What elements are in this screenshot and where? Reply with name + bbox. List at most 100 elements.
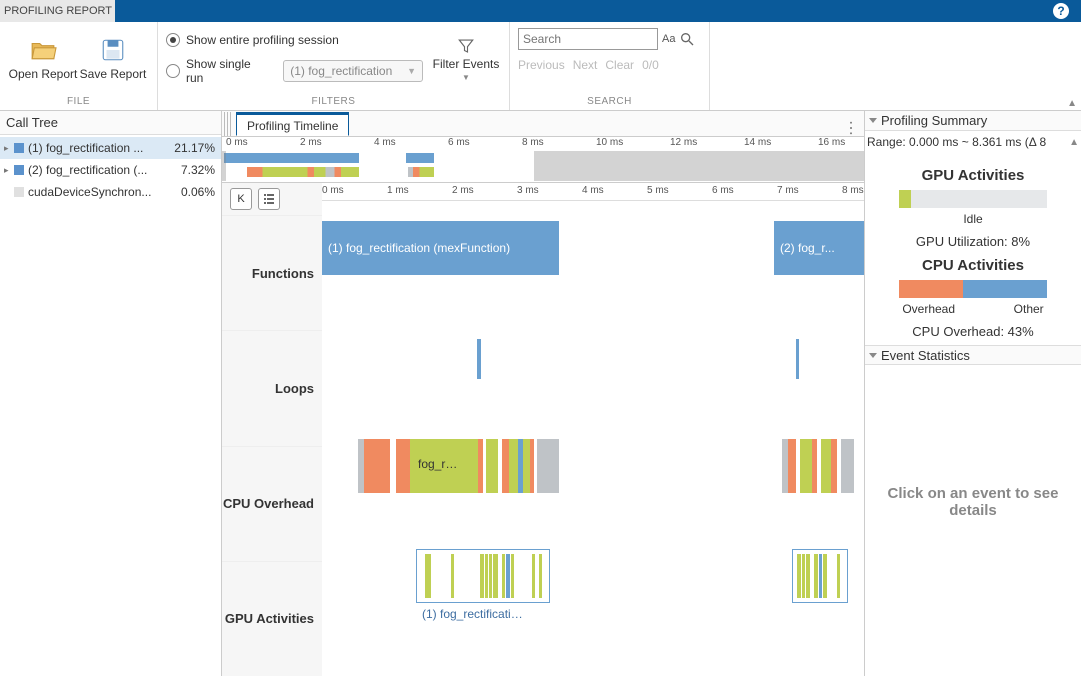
event-statistics-placeholder: Click on an event to see details bbox=[865, 365, 1081, 519]
function-block[interactable]: (1) fog_rectification (mexFunction) bbox=[322, 221, 559, 275]
ruler-tick: 3 ms bbox=[517, 185, 539, 196]
tree-row-name: cudaDeviceSynchron... bbox=[28, 185, 167, 199]
track-header-loops: Loops bbox=[222, 330, 322, 445]
expand-icon[interactable]: ▸ bbox=[4, 165, 14, 176]
ruler-tick: 8 ms bbox=[522, 137, 544, 148]
search-clear-button[interactable]: Clear bbox=[605, 58, 634, 72]
loop-event[interactable] bbox=[477, 339, 481, 379]
timeline-menu-button[interactable]: ⋯ bbox=[841, 120, 861, 134]
timeline-overview[interactable]: 0 ms2 ms4 ms6 ms8 ms10 ms12 ms14 ms16 ms bbox=[222, 137, 864, 183]
tree-row-name: (1) fog_rectification ... bbox=[28, 141, 167, 155]
color-chip-icon bbox=[14, 165, 24, 175]
summary-body: GPU Activities Idle GPU Utilization: 8% … bbox=[865, 153, 1081, 345]
gpu-utilization-bar bbox=[899, 190, 1047, 208]
track-cpu: fog_r… bbox=[322, 439, 864, 499]
run-selector-value: (1) fog_rectification bbox=[290, 64, 392, 78]
expand-icon[interactable]: ▸ bbox=[4, 143, 14, 154]
filter-events-button[interactable]: Filter Events ▼ bbox=[431, 37, 501, 82]
range-row: Range: 0.000 ms ~ 8.361 ms (Δ 8 ▲ bbox=[865, 131, 1081, 153]
gpu-active-segment bbox=[899, 190, 911, 208]
radio-unselected-icon bbox=[166, 64, 180, 78]
radio-entire-label: Show entire profiling session bbox=[186, 33, 339, 47]
list-icon bbox=[263, 193, 275, 205]
search-count: 0/0 bbox=[642, 58, 659, 72]
range-text: Range: 0.000 ms ~ 8.361 ms (Δ 8 bbox=[867, 135, 1046, 149]
gpu-utilization-text: GPU Utilization: 8% bbox=[873, 234, 1073, 249]
gpu-block-label: (1) fog_rectificati… bbox=[422, 607, 523, 621]
ribbon-filters-label: FILTERS bbox=[158, 96, 509, 110]
ruler-tick: 5 ms bbox=[647, 185, 669, 196]
gpu-activity-block[interactable] bbox=[792, 549, 848, 603]
search-icon[interactable] bbox=[679, 31, 695, 47]
gpu-activity-block[interactable] bbox=[416, 549, 550, 603]
help-button[interactable]: ? bbox=[1047, 0, 1075, 22]
ribbon-collapse-button[interactable]: ▲ bbox=[1067, 98, 1077, 109]
function-block[interactable]: (2) fog_r... bbox=[774, 221, 864, 275]
ruler-tick: 4 ms bbox=[582, 185, 604, 196]
range-expand-icon[interactable]: ▲ bbox=[1069, 137, 1079, 148]
cpu-activities-title: CPU Activities bbox=[873, 257, 1073, 274]
timeline-tabbar: Profiling Timeline ⋯ bbox=[222, 111, 864, 137]
ribbon-file-label: FILE bbox=[0, 96, 157, 110]
title-bar: PROFILING REPORT ? bbox=[0, 0, 1081, 22]
open-report-button[interactable]: Open Report bbox=[8, 37, 78, 81]
chevron-down-icon: ▼ bbox=[462, 73, 470, 82]
timeline-pane: Profiling Timeline ⋯ 0 ms 2 ms 4 ms 6 ms 8 m… bbox=[222, 111, 865, 676]
toggle-list-button[interactable] bbox=[258, 188, 280, 210]
ruler-tick: 7 ms bbox=[777, 185, 799, 196]
ruler-tick: 2 ms bbox=[300, 137, 322, 148]
tree-row-percent: 0.06% bbox=[167, 185, 221, 199]
run-selector-combo[interactable]: (1) fog_rectification ▼ bbox=[283, 60, 423, 82]
call-tree: ▸(1) fog_rectification ...21.17%▸(2) fog… bbox=[0, 135, 221, 205]
loop-event[interactable] bbox=[796, 339, 799, 379]
cpu-overhead-block[interactable] bbox=[782, 439, 854, 493]
ruler-tick: 10 ms bbox=[596, 137, 623, 148]
toggle-k-button[interactable]: K bbox=[230, 188, 252, 210]
main-layout: Call Tree ▸(1) fog_rectification ...21.1… bbox=[0, 111, 1081, 676]
track-loops bbox=[322, 329, 864, 389]
call-tree-row[interactable]: cudaDeviceSynchron...0.06% bbox=[0, 181, 221, 203]
event-statistics-header[interactable]: Event Statistics bbox=[865, 345, 1081, 365]
profiling-summary-header[interactable]: Profiling Summary bbox=[865, 111, 1081, 131]
ruler-tick: 0 ms bbox=[322, 185, 344, 196]
event-statistics-title: Event Statistics bbox=[881, 348, 970, 363]
call-tree-row[interactable]: ▸(2) fog_rectification (...7.32% bbox=[0, 159, 221, 181]
summary-pane: Profiling Summary Range: 0.000 ms ~ 8.36… bbox=[865, 111, 1081, 676]
profiling-summary-title: Profiling Summary bbox=[881, 113, 987, 128]
drag-handle-icon[interactable] bbox=[224, 112, 232, 136]
gpu-idle-segment bbox=[911, 190, 1047, 208]
cpu-block-label: fog_r… bbox=[418, 457, 457, 471]
call-tree-row[interactable]: ▸(1) fog_rectification ...21.17% bbox=[0, 137, 221, 159]
color-chip-icon bbox=[14, 143, 24, 153]
cpu-overhead-segment bbox=[899, 280, 963, 298]
floppy-icon bbox=[99, 37, 127, 63]
timeline-detail: K Functions Loops CPU Overhead GPU Activ… bbox=[222, 183, 864, 676]
radio-entire-session[interactable]: Show entire profiling session bbox=[166, 33, 423, 47]
ribbon-toolbar: Open Report Save Report FILE Show entire… bbox=[0, 22, 1081, 111]
track-header-cpu: CPU Overhead bbox=[222, 446, 322, 561]
cpu-overhead-bar bbox=[899, 280, 1047, 298]
ruler-tick: 14 ms bbox=[744, 137, 771, 148]
ruler-tick: 4 ms bbox=[374, 137, 396, 148]
ruler-tick: 6 ms bbox=[448, 137, 470, 148]
filter-events-label: Filter Events bbox=[433, 57, 500, 71]
ribbon-group-filters: Show entire profiling session Show singl… bbox=[158, 22, 510, 110]
ribbon-search-label: SEARCH bbox=[510, 96, 709, 110]
search-previous-button[interactable]: Previous bbox=[518, 58, 565, 72]
radio-single-run[interactable]: Show single run (1) fog_rectification ▼ bbox=[166, 57, 423, 85]
radio-selected-icon bbox=[166, 33, 180, 47]
track-header-gpu: GPU Activities bbox=[222, 561, 322, 676]
cpu-overhead-block[interactable]: fog_r… bbox=[358, 439, 559, 493]
search-next-button[interactable]: Next bbox=[573, 58, 598, 72]
open-report-label: Open Report bbox=[9, 67, 78, 81]
match-case-toggle[interactable]: Aa bbox=[662, 33, 675, 45]
call-tree-pane: Call Tree ▸(1) fog_rectification ...21.1… bbox=[0, 111, 222, 676]
save-report-button[interactable]: Save Report bbox=[78, 37, 148, 81]
tab-profiling-timeline[interactable]: Profiling Timeline bbox=[236, 112, 349, 136]
cpu-other-segment bbox=[963, 280, 1047, 298]
detail-ruler: 0 ms1 ms2 ms3 ms4 ms5 ms6 ms7 ms8 ms bbox=[322, 183, 864, 201]
ruler-tick: 0 ms bbox=[226, 137, 248, 148]
title-text: PROFILING REPORT bbox=[0, 5, 112, 17]
timeline-body[interactable]: 0 ms1 ms2 ms3 ms4 ms5 ms6 ms7 ms8 ms (1)… bbox=[322, 183, 864, 676]
search-input[interactable] bbox=[518, 28, 658, 50]
